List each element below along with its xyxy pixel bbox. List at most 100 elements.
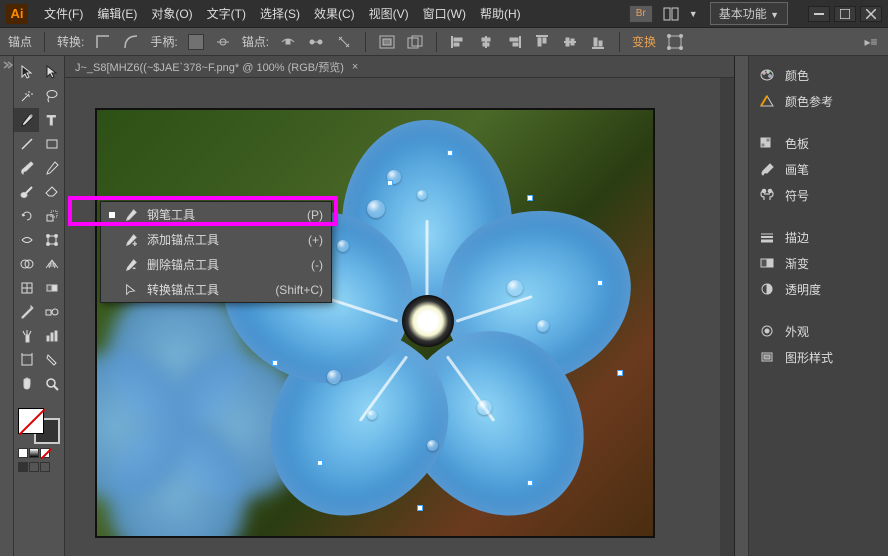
blend-tool[interactable] bbox=[39, 300, 64, 324]
handle-hide-icon[interactable] bbox=[214, 33, 232, 51]
graph-tool[interactable] bbox=[39, 324, 64, 348]
gradient-tool[interactable] bbox=[39, 276, 64, 300]
swatch-gradient[interactable] bbox=[29, 448, 39, 458]
eyedropper-tool[interactable] bbox=[14, 300, 39, 324]
scale-tool[interactable] bbox=[39, 204, 64, 228]
shape-builder-tool[interactable] bbox=[14, 252, 39, 276]
pen-icon bbox=[123, 208, 139, 222]
swatch-none[interactable] bbox=[40, 448, 50, 458]
menu-window[interactable]: 窗口(W) bbox=[417, 1, 472, 26]
bridge-button[interactable]: Br bbox=[629, 5, 653, 23]
menu-file[interactable]: 文件(F) bbox=[38, 1, 89, 26]
svg-text:-: - bbox=[133, 263, 136, 272]
svg-text:T: T bbox=[47, 112, 56, 128]
control-menu-icon[interactable]: ▸≡ bbox=[862, 33, 880, 51]
handle-show-icon[interactable] bbox=[188, 34, 204, 50]
close-tab-icon[interactable]: × bbox=[352, 61, 358, 73]
align-v-top-icon[interactable] bbox=[533, 33, 551, 51]
remove-anchor-icon[interactable] bbox=[279, 33, 297, 51]
canvas-area[interactable] bbox=[65, 78, 734, 556]
menu-select[interactable]: 选择(S) bbox=[254, 1, 306, 26]
free-transform-tool[interactable] bbox=[39, 228, 64, 252]
menu-object[interactable]: 对象(O) bbox=[145, 1, 198, 26]
align-h-right-icon[interactable] bbox=[505, 33, 523, 51]
zoom-tool[interactable] bbox=[39, 372, 64, 396]
graphic-styles-icon bbox=[759, 350, 775, 364]
menu-type[interactable]: 文字(T) bbox=[201, 1, 252, 26]
magic-wand-tool[interactable] bbox=[14, 84, 39, 108]
artboard-tool[interactable] bbox=[14, 348, 39, 372]
flyout-pen-tool[interactable]: 钢笔工具 (P) bbox=[101, 202, 331, 227]
width-tool[interactable] bbox=[14, 228, 39, 252]
menu-help[interactable]: 帮助(H) bbox=[474, 1, 527, 26]
panel-dock-toggle[interactable] bbox=[735, 56, 749, 556]
selection-tool[interactable] bbox=[14, 60, 39, 84]
panel-color-guide[interactable]: 颜色参考 bbox=[749, 88, 888, 114]
mode-normal[interactable] bbox=[18, 462, 28, 472]
panel-swatches[interactable]: 色板 bbox=[749, 130, 888, 156]
cut-path-icon[interactable] bbox=[335, 33, 353, 51]
align-v-center-icon[interactable] bbox=[561, 33, 579, 51]
workspace-switcher[interactable]: 基本功能 ▼ bbox=[710, 2, 788, 25]
panel-appearance[interactable]: 外观 bbox=[749, 318, 888, 344]
transform-label[interactable]: 变换 bbox=[632, 33, 656, 50]
swatch-white[interactable] bbox=[18, 448, 28, 458]
connect-anchor-icon[interactable] bbox=[307, 33, 325, 51]
paintbrush-tool[interactable] bbox=[14, 156, 39, 180]
align-v-bottom-icon[interactable] bbox=[589, 33, 607, 51]
arrange-documents-button[interactable] bbox=[659, 5, 683, 23]
convert-smooth-icon[interactable] bbox=[122, 33, 140, 51]
layout-dropdown-icon[interactable]: ▼ bbox=[689, 9, 698, 19]
line-tool[interactable] bbox=[14, 132, 39, 156]
isolate-icon[interactable] bbox=[378, 33, 396, 51]
document-tab[interactable]: J~_S8[MHZ6((~$JAE`378~F.png* @ 100% (RGB… bbox=[65, 56, 734, 78]
panel-brushes[interactable]: 画笔 bbox=[749, 156, 888, 182]
panel-graphic-styles[interactable]: 图形样式 bbox=[749, 344, 888, 370]
mode-inside[interactable] bbox=[40, 462, 50, 472]
document-title: J~_S8[MHZ6((~$JAE`378~F.png* @ 100% (RGB… bbox=[75, 59, 344, 75]
eraser-tool[interactable] bbox=[39, 180, 64, 204]
maximize-button[interactable] bbox=[834, 6, 856, 22]
type-tool[interactable]: T bbox=[39, 108, 64, 132]
lasso-tool[interactable] bbox=[39, 84, 64, 108]
transform-panel-icon[interactable] bbox=[666, 33, 684, 51]
convert-corner-icon[interactable] bbox=[94, 33, 112, 51]
svg-text:+: + bbox=[133, 241, 137, 247]
flyout-convert-anchor-tool[interactable]: 转换锚点工具 (Shift+C) bbox=[101, 277, 331, 302]
panel-symbols[interactable]: 符号 bbox=[749, 182, 888, 208]
flyout-delete-anchor-tool[interactable]: - 删除锚点工具 (-) bbox=[101, 252, 331, 277]
menu-view[interactable]: 视图(V) bbox=[363, 1, 415, 26]
menu-edit[interactable]: 编辑(E) bbox=[91, 1, 143, 26]
panel-stroke[interactable]: 描边 bbox=[749, 224, 888, 250]
rectangle-tool[interactable] bbox=[39, 132, 64, 156]
close-button[interactable] bbox=[860, 6, 882, 22]
panel-gradient[interactable]: 渐变 bbox=[749, 250, 888, 276]
mode-behind[interactable] bbox=[29, 462, 39, 472]
menu-effect[interactable]: 效果(C) bbox=[308, 1, 361, 26]
transparency-icon bbox=[759, 282, 775, 296]
main-menu: 文件(F) 编辑(E) 对象(O) 文字(T) 选择(S) 效果(C) 视图(V… bbox=[38, 1, 527, 26]
flyout-add-anchor-tool[interactable]: + 添加锚点工具 (+) bbox=[101, 227, 331, 252]
direct-selection-tool[interactable] bbox=[39, 60, 64, 84]
hand-tool[interactable] bbox=[14, 372, 39, 396]
group-icon[interactable] bbox=[406, 33, 424, 51]
fill-swatch[interactable] bbox=[18, 408, 44, 434]
panel-transparency[interactable]: 透明度 bbox=[749, 276, 888, 302]
pen-tool[interactable] bbox=[14, 108, 39, 132]
artboard[interactable] bbox=[95, 108, 655, 538]
slice-tool[interactable] bbox=[39, 348, 64, 372]
rotate-tool[interactable] bbox=[14, 204, 39, 228]
mesh-tool[interactable] bbox=[14, 276, 39, 300]
control-bar: 锚点 转换: 手柄: 锚点: 变换 ▸≡ bbox=[0, 28, 888, 56]
panel-color[interactable]: 颜色 bbox=[749, 62, 888, 88]
align-h-center-icon[interactable] bbox=[477, 33, 495, 51]
blob-brush-tool[interactable] bbox=[14, 180, 39, 204]
vertical-scrollbar[interactable] bbox=[720, 78, 734, 556]
tool-panel-toggle[interactable] bbox=[0, 56, 14, 556]
minimize-button[interactable] bbox=[808, 6, 830, 22]
color-swatch-area bbox=[14, 404, 64, 476]
pencil-tool[interactable] bbox=[39, 156, 64, 180]
align-h-left-icon[interactable] bbox=[449, 33, 467, 51]
symbol-sprayer-tool[interactable] bbox=[14, 324, 39, 348]
perspective-grid-tool[interactable] bbox=[39, 252, 64, 276]
